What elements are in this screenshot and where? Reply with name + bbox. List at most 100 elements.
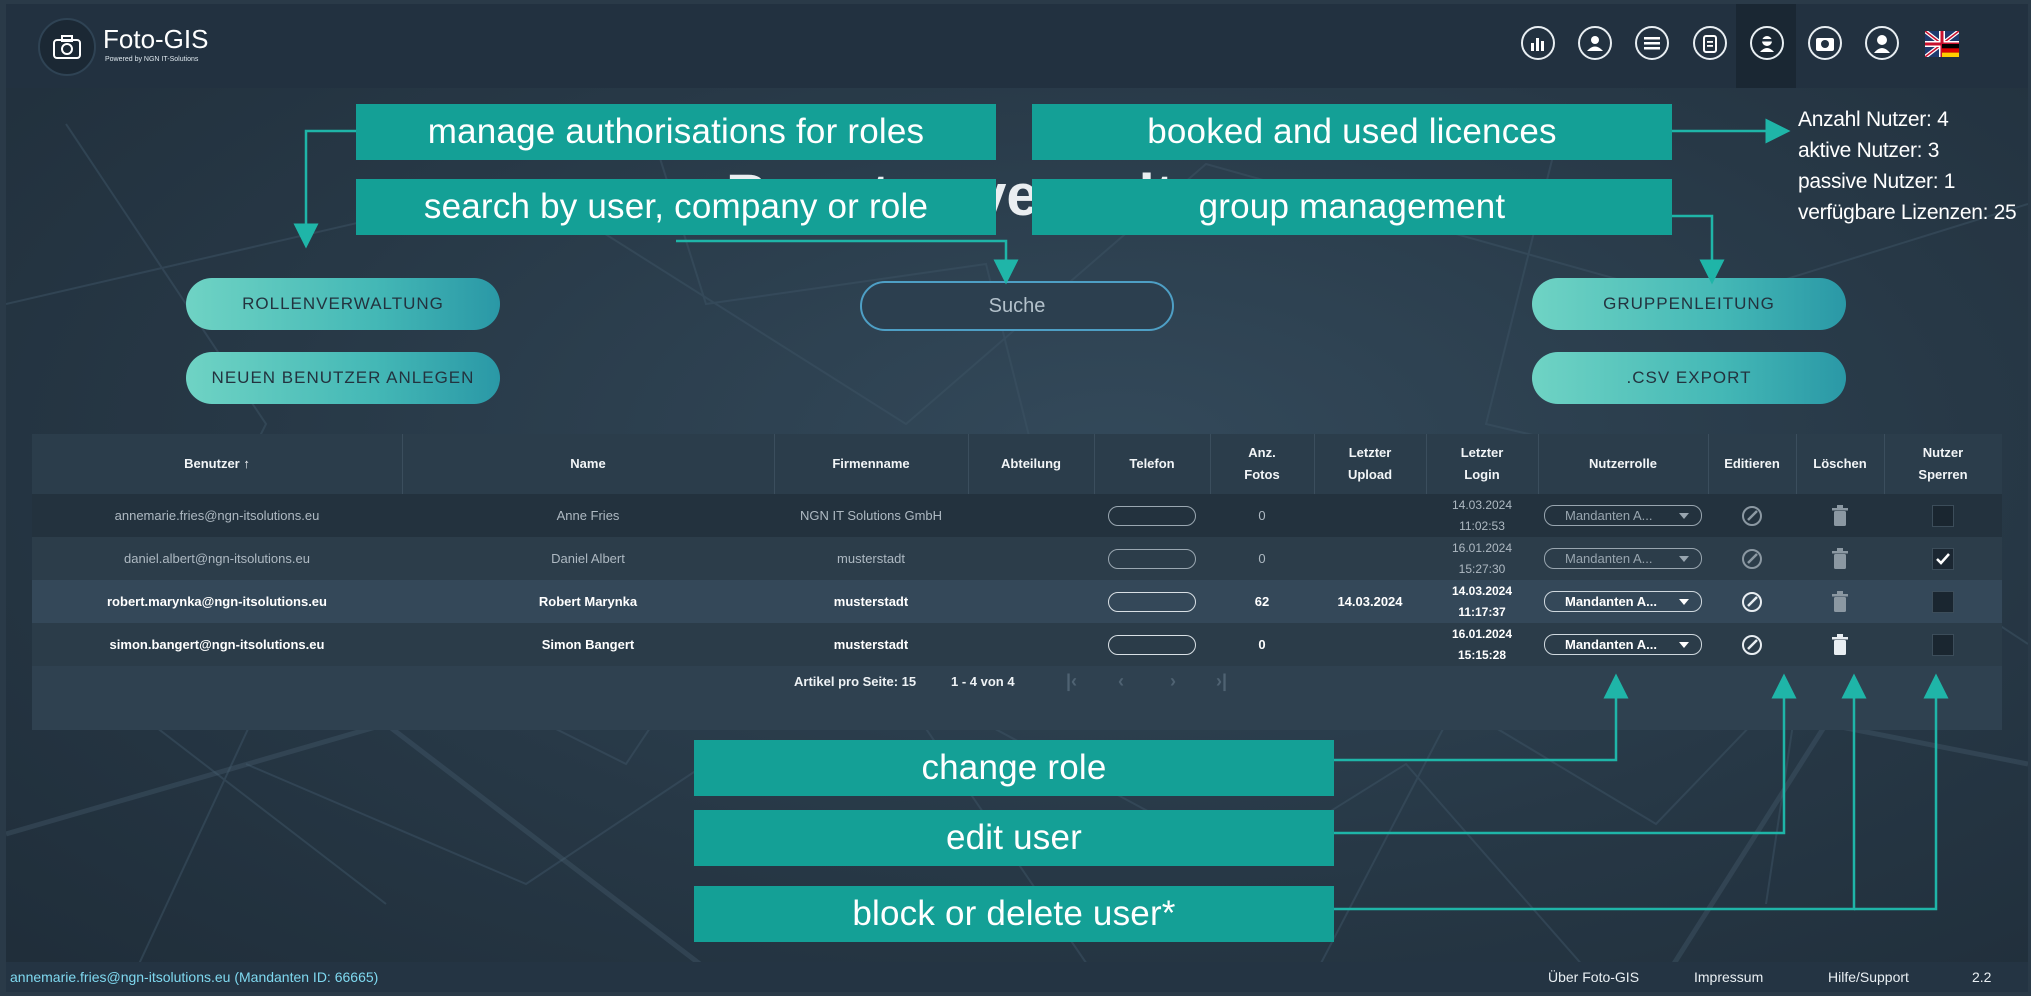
chevron-down-icon (1679, 513, 1689, 519)
col-block-header: Nutzer Sperren (1918, 445, 1968, 482)
footer: annemarie.fries@ngn-itsolutions.eu (Mand… (6, 962, 2028, 992)
page-range: 1 - 4 von 4 (951, 673, 1015, 689)
app-window: Foto-GIS Powered by NGN IT-Solutions Ben… (6, 4, 2028, 992)
col-delete-header: Löschen (1813, 456, 1867, 471)
cell-login: 16.01.2024 15:27:30 (1451, 540, 1513, 576)
camera-logo-icon[interactable] (38, 18, 96, 76)
sort-arrow-icon: ↑ (243, 456, 250, 471)
callout-roles: manage authorisations for roles (356, 104, 996, 160)
trash-icon[interactable] (1796, 580, 1884, 623)
block-user-checkbox[interactable] (1932, 547, 1954, 570)
last-page-icon[interactable]: ›| (1216, 651, 1227, 711)
block-user-checkbox[interactable] (1932, 504, 1954, 527)
col-user-header[interactable]: Benutzer ↑ (32, 434, 402, 494)
col-department-header[interactable]: Abteilung (968, 434, 1094, 494)
block-user-checkbox[interactable] (1932, 590, 1954, 613)
trash-icon[interactable] (1796, 537, 1884, 580)
role-select[interactable]: Mandanten A... (1544, 548, 1702, 569)
callout-licences: booked and used licences (1032, 104, 1672, 160)
cell-upload (1314, 494, 1426, 537)
first-page-icon[interactable]: |‹ (1066, 651, 1077, 711)
col-edit-header: Editieren (1724, 456, 1780, 471)
licence-available: verfügbare Lizenzen: 25 (1798, 201, 2017, 224)
camera-settings-icon[interactable] (1808, 26, 1842, 60)
callout-change-role: change role (694, 740, 1334, 796)
cell-name: Daniel Albert (551, 551, 625, 566)
cell-company: musterstadt (833, 594, 909, 609)
cell-email: annemarie.fries@ngn-itsolutions.eu (114, 508, 320, 523)
phone-field[interactable] (1108, 505, 1196, 526)
col-photos-header[interactable]: Anz. Fotos (1210, 434, 1314, 494)
edit-icon[interactable] (1708, 537, 1796, 580)
user-admin-icon[interactable] (1750, 26, 1784, 60)
app-title: Foto-GIS (103, 24, 209, 54)
imprint-link[interactable]: Impressum (1694, 962, 1763, 992)
profile-icon[interactable] (1865, 26, 1899, 60)
cell-name: Robert Marynka (538, 594, 638, 609)
callout-block-delete: block or delete user* (694, 886, 1334, 942)
table-row[interactable]: annemarie.fries@ngn-itsolutions.eu Anne … (32, 494, 2002, 537)
group-management-button[interactable]: GRUPPENLEITUNG (1532, 278, 1846, 330)
licence-passive-users: passive Nutzer: 1 (1798, 170, 1956, 193)
role-select[interactable]: Mandanten A... (1544, 505, 1702, 526)
pagination: Artikel pro Seite: 15 1 - 4 von 4 |‹ ‹ ›… (32, 651, 2002, 711)
edit-icon[interactable] (1708, 580, 1796, 623)
col-login-header[interactable]: Letzter Login (1426, 434, 1538, 494)
new-user-button[interactable]: NEUEN BENUTZER ANLEGEN (186, 352, 500, 404)
help-link[interactable]: Hilfe/Support (1828, 962, 1909, 992)
licence-info: Anzahl Nutzer: 4 aktive Nutzer: 3 passiv… (1798, 104, 2017, 228)
prev-page-icon[interactable]: ‹ (1118, 651, 1124, 711)
cell-company: NGN IT Solutions GmbH (799, 508, 943, 523)
cell-name: Anne Fries (556, 508, 620, 523)
callout-search: search by user, company or role (356, 179, 996, 235)
cell-department (968, 580, 1094, 623)
callout-groups: group management (1032, 179, 1672, 235)
next-page-icon[interactable]: › (1170, 651, 1176, 711)
cell-email: robert.marynka@ngn-itsolutions.eu (107, 594, 327, 609)
statistics-icon[interactable] (1521, 26, 1555, 60)
col-phone-header[interactable]: Telefon (1094, 434, 1210, 494)
col-upload-header[interactable]: Letzter Upload (1314, 434, 1426, 494)
col-company-header[interactable]: Firmenname (774, 434, 968, 494)
licence-total-users: Anzahl Nutzer: 4 (1798, 108, 1949, 131)
cell-photos: 0 (1258, 551, 1266, 566)
cell-login: 14.03.2024 11:02:53 (1451, 497, 1513, 533)
csv-export-button[interactable]: .CSV EXPORT (1532, 352, 1846, 404)
edit-icon[interactable] (1708, 494, 1796, 537)
phone-field[interactable] (1108, 591, 1196, 612)
cell-photos: 0 (1258, 508, 1266, 523)
chevron-down-icon (1679, 642, 1689, 648)
table-row[interactable]: robert.marynka@ngn-itsolutions.eu Robert… (32, 580, 2002, 623)
chevron-down-icon (1679, 556, 1689, 562)
table-header: Benutzer ↑ Name Firmenname Abteilung Tel… (32, 434, 2002, 494)
trash-icon[interactable] (1796, 494, 1884, 537)
role-select[interactable]: Mandanten A... (1544, 591, 1702, 612)
cell-photos: 62 (1254, 594, 1270, 609)
cell-login: 14.03.2024 11:17:37 (1451, 583, 1513, 619)
items-per-page[interactable]: Artikel pro Seite: 15 (794, 651, 916, 711)
role-management-button[interactable]: ROLLENVERWALTUNG (186, 278, 500, 330)
search-input[interactable] (860, 281, 1174, 331)
language-flag-icon[interactable] (1923, 29, 1961, 59)
col-role-header[interactable]: Nutzerrolle (1538, 434, 1708, 494)
clipboard-icon[interactable] (1693, 26, 1727, 60)
about-link[interactable]: Über Foto-GIS (1548, 962, 1639, 992)
footer-user-info: annemarie.fries@ngn-itsolutions.eu (Mand… (10, 969, 379, 985)
phone-field[interactable] (1108, 548, 1196, 569)
col-name-header[interactable]: Name (402, 434, 774, 494)
map-user-icon[interactable] (1578, 26, 1612, 60)
cell-department (968, 494, 1094, 537)
licence-active-users: aktive Nutzer: 3 (1798, 139, 1940, 162)
table-row[interactable]: daniel.albert@ngn-itsolutions.eu Daniel … (32, 537, 2002, 580)
user-table: Benutzer ↑ Name Firmenname Abteilung Tel… (32, 434, 2002, 730)
cell-upload: 14.03.2024 (1337, 594, 1403, 609)
version-label: 2.2 (1972, 969, 1992, 985)
cell-department (968, 537, 1094, 580)
cell-email: daniel.albert@ngn-itsolutions.eu (124, 551, 310, 566)
app-subtitle: Powered by NGN IT-Solutions (105, 56, 199, 63)
cell-upload (1314, 537, 1426, 580)
callout-edit-user: edit user (694, 810, 1334, 866)
chevron-down-icon (1679, 599, 1689, 605)
list-icon[interactable] (1635, 26, 1669, 60)
top-bar: Foto-GIS Powered by NGN IT-Solutions (6, 4, 2028, 88)
